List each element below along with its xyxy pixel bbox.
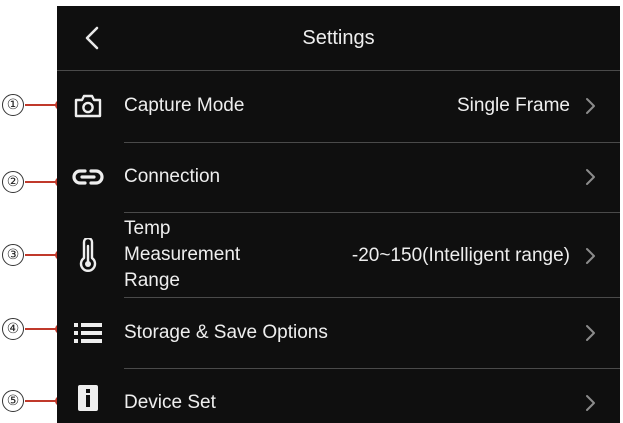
list-icon xyxy=(71,316,105,350)
chevron-right-icon xyxy=(586,395,595,411)
camera-icon xyxy=(71,89,105,123)
page-title: Settings xyxy=(302,27,375,49)
callout-2: ② xyxy=(0,171,65,195)
callout-column: ① ② ③ ④ ⑤ xyxy=(0,0,65,423)
settings-item-capture-mode[interactable]: Capture Mode Single Frame xyxy=(57,71,620,142)
settings-item-value: Single Frame xyxy=(457,95,570,116)
header: Settings xyxy=(57,6,620,71)
callout-number: ① xyxy=(2,94,24,116)
settings-item-label: Storage & Save Options xyxy=(124,322,328,343)
back-button[interactable] xyxy=(75,20,111,56)
settings-item-storage[interactable]: Storage & Save Options xyxy=(57,298,620,368)
callout-3: ③ xyxy=(0,244,65,268)
callout-number: ④ xyxy=(2,318,24,340)
settings-item-value: -20~150(Intelligent range) xyxy=(351,245,570,266)
settings-item-temp-range[interactable]: Temp Measurement Range -20~150(Intellige… xyxy=(57,213,620,297)
callout-number: ② xyxy=(2,171,24,193)
thermometer-icon xyxy=(71,238,105,272)
settings-item-device-set[interactable]: Device Set xyxy=(57,369,620,423)
chevron-right-icon xyxy=(586,169,595,185)
chevron-right-icon xyxy=(586,325,595,341)
label-line: Measurement xyxy=(124,244,241,265)
settings-screen: Settings Capture Mode Single Frame Conne… xyxy=(57,6,620,423)
chevron-right-icon xyxy=(586,248,595,264)
callout-number: ③ xyxy=(2,244,24,266)
label-line: Temp xyxy=(124,218,171,239)
callout-number: ⑤ xyxy=(2,390,24,412)
info-icon xyxy=(71,381,105,415)
callout-4: ④ xyxy=(0,318,65,342)
label-line: Range xyxy=(124,270,180,291)
settings-item-connection[interactable]: Connection xyxy=(57,143,620,212)
link-icon xyxy=(71,160,105,194)
chevron-left-icon[interactable] xyxy=(75,20,111,56)
settings-item-label: Capture Mode xyxy=(124,95,245,116)
callout-5: ⑤ xyxy=(0,390,65,414)
callout-1: ① xyxy=(0,94,65,118)
chevron-right-icon xyxy=(586,98,595,114)
settings-item-label: Temp Measurement Range xyxy=(124,216,240,294)
settings-item-label: Connection xyxy=(124,166,221,187)
settings-item-label: Device Set xyxy=(124,392,216,413)
